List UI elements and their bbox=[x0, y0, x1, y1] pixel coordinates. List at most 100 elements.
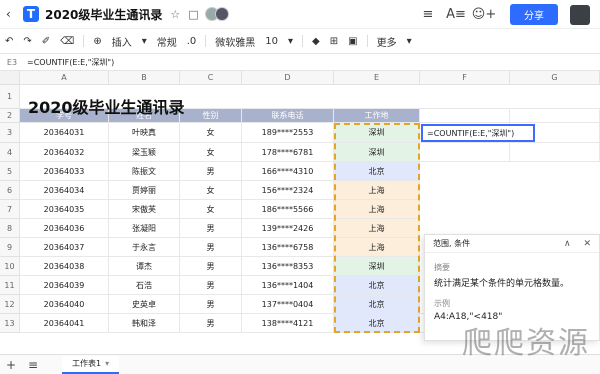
select-all-corner[interactable] bbox=[0, 71, 20, 85]
table-cell[interactable]: 女 bbox=[180, 181, 242, 200]
more-dropdown-icon[interactable]: ▾ bbox=[402, 36, 417, 47]
column-header[interactable]: A bbox=[20, 71, 109, 85]
number-format-select[interactable]: 常规 bbox=[152, 34, 182, 49]
work-location-cell[interactable]: 上海 bbox=[334, 181, 420, 200]
table-cell[interactable]: 男 bbox=[180, 257, 242, 276]
row-header[interactable]: 4 bbox=[0, 143, 20, 162]
table-cell[interactable]: 20364032 bbox=[20, 143, 109, 162]
work-location-cell[interactable]: 上海 bbox=[334, 219, 420, 238]
table-cell[interactable]: 20364034 bbox=[20, 181, 109, 200]
table-cell[interactable]: 20364041 bbox=[20, 314, 109, 333]
work-location-cell[interactable]: 北京 bbox=[334, 276, 420, 295]
back-icon[interactable]: ‹ bbox=[6, 7, 20, 21]
table-cell[interactable]: 贾婷丽 bbox=[109, 181, 180, 200]
work-location-cell[interactable]: 北京 bbox=[334, 295, 420, 314]
border-icon[interactable]: ⊞ bbox=[325, 36, 343, 47]
column-header[interactable]: C bbox=[180, 71, 242, 85]
row-header[interactable]: 8 bbox=[0, 219, 20, 238]
merge-cells-icon[interactable]: ▣ bbox=[343, 36, 362, 47]
table-cell[interactable]: 女 bbox=[180, 200, 242, 219]
table-cell[interactable] bbox=[510, 85, 600, 109]
table-cell[interactable]: 男 bbox=[180, 276, 242, 295]
user-avatar[interactable] bbox=[570, 4, 590, 25]
collapse-icon[interactable]: ∧ bbox=[564, 239, 571, 249]
table-cell[interactable]: 男 bbox=[180, 162, 242, 181]
sheet-list-icon[interactable]: ≡ bbox=[22, 358, 44, 372]
more-button[interactable]: 更多 bbox=[372, 34, 402, 49]
folder-icon[interactable]: □ bbox=[188, 8, 198, 21]
star-icon[interactable]: ☆ bbox=[170, 8, 180, 21]
close-icon[interactable]: ✕ bbox=[583, 239, 591, 249]
table-header-cell[interactable]: 工作地 bbox=[334, 109, 420, 123]
table-cell[interactable]: 20364036 bbox=[20, 219, 109, 238]
table-header-cell[interactable]: 性别 bbox=[180, 109, 242, 123]
table-cell[interactable]: 137****0404 bbox=[242, 295, 334, 314]
table-cell[interactable]: 叶映真 bbox=[109, 123, 180, 143]
table-cell[interactable] bbox=[180, 85, 242, 109]
column-header[interactable]: B bbox=[109, 71, 180, 85]
table-cell[interactable]: 于永言 bbox=[109, 238, 180, 257]
menu-icon[interactable]: ≡ bbox=[414, 7, 442, 22]
column-header[interactable]: F bbox=[420, 71, 510, 85]
font-size-select[interactable]: 10 bbox=[260, 36, 283, 47]
fill-color-icon[interactable]: ◆ bbox=[307, 36, 325, 47]
cell-reference[interactable]: E3 bbox=[0, 58, 24, 67]
sheet-title[interactable]: 2020级毕业生通讯录 bbox=[28, 94, 185, 118]
work-location-cell[interactable]: 北京 bbox=[334, 162, 420, 181]
formula-input[interactable]: =COUNTIF(E:E,"深圳") bbox=[27, 57, 114, 68]
decimal-button[interactable]: .0 bbox=[182, 36, 202, 47]
row-header[interactable]: 7 bbox=[0, 200, 20, 219]
table-cell[interactable]: 139****2426 bbox=[242, 219, 334, 238]
table-cell[interactable]: 20364031 bbox=[20, 123, 109, 143]
redo-icon[interactable]: ↷ bbox=[18, 36, 36, 47]
insert-dropdown-icon[interactable]: ▾ bbox=[137, 36, 152, 47]
row-header[interactable]: 3 bbox=[0, 123, 20, 143]
table-cell[interactable]: 男 bbox=[180, 295, 242, 314]
eraser-icon[interactable]: ⌫ bbox=[55, 36, 79, 47]
work-location-cell[interactable]: 上海 bbox=[334, 200, 420, 219]
table-cell[interactable] bbox=[510, 143, 600, 162]
table-cell[interactable]: 136****6758 bbox=[242, 238, 334, 257]
row-header[interactable]: 5 bbox=[0, 162, 20, 181]
active-edit-cell[interactable]: =COUNTIF(E:E,"深圳") bbox=[421, 124, 535, 142]
font-family-select[interactable]: 微软雅黑 bbox=[210, 34, 260, 49]
table-cell[interactable]: 女 bbox=[180, 123, 242, 143]
table-cell[interactable] bbox=[334, 85, 420, 109]
insert-button[interactable]: 插入 bbox=[107, 34, 137, 49]
table-cell[interactable]: 20364037 bbox=[20, 238, 109, 257]
table-cell[interactable] bbox=[242, 85, 334, 109]
work-location-cell[interactable]: 深圳 bbox=[334, 257, 420, 276]
row-header[interactable]: 1 bbox=[0, 85, 20, 109]
insert-icon[interactable]: ⊕ bbox=[88, 36, 106, 47]
table-cell[interactable]: 189****2553 bbox=[242, 123, 334, 143]
document-title[interactable]: 2020级毕业生通讯录 bbox=[45, 6, 162, 23]
add-sheet-icon[interactable]: + bbox=[0, 358, 22, 372]
work-location-cell[interactable]: 深圳 bbox=[334, 123, 420, 143]
column-header[interactable]: E bbox=[334, 71, 420, 85]
table-cell[interactable]: 男 bbox=[180, 219, 242, 238]
row-header[interactable]: 12 bbox=[0, 295, 20, 314]
text-format-icon[interactable]: A≡ bbox=[442, 7, 470, 22]
table-cell[interactable]: 谭杰 bbox=[109, 257, 180, 276]
add-user-icon[interactable]: ☺+ bbox=[470, 7, 498, 22]
table-cell[interactable]: 20364039 bbox=[20, 276, 109, 295]
table-cell[interactable]: 20364038 bbox=[20, 257, 109, 276]
work-location-cell[interactable]: 深圳 bbox=[334, 143, 420, 162]
table-cell[interactable]: 20364035 bbox=[20, 200, 109, 219]
table-cell[interactable]: 男 bbox=[180, 314, 242, 333]
column-header[interactable]: D bbox=[242, 71, 334, 85]
table-cell[interactable]: 20364040 bbox=[20, 295, 109, 314]
table-cell[interactable]: 186****5566 bbox=[242, 200, 334, 219]
row-header[interactable]: 2 bbox=[0, 109, 20, 123]
table-cell[interactable]: 梁玉颖 bbox=[109, 143, 180, 162]
table-cell[interactable]: 178****6781 bbox=[242, 143, 334, 162]
table-cell[interactable]: 138****4121 bbox=[242, 314, 334, 333]
table-cell[interactable]: 166****4310 bbox=[242, 162, 334, 181]
collaborator-avatar[interactable] bbox=[214, 7, 229, 21]
row-header[interactable]: 6 bbox=[0, 181, 20, 200]
tab-sheet1[interactable]: 工作表1 ▾ bbox=[62, 355, 120, 374]
table-cell[interactable]: 136****8353 bbox=[242, 257, 334, 276]
table-cell[interactable]: 史英卓 bbox=[109, 295, 180, 314]
share-button[interactable]: 分享 bbox=[510, 4, 558, 25]
column-header[interactable]: G bbox=[510, 71, 600, 85]
